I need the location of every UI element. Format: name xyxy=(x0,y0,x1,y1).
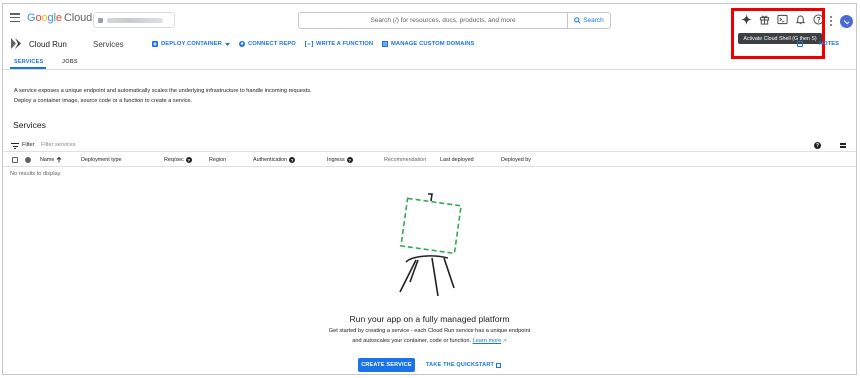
filter-label: Filter xyxy=(22,142,35,148)
service-description: A service exposes a unique endpoint and … xyxy=(14,88,312,104)
table-help-icon[interactable]: ? xyxy=(814,142,821,149)
service-toolbar: Cloud Run Services DEPLOY CONTAINER CONN… xyxy=(3,34,856,54)
arrow-up-icon xyxy=(57,157,62,163)
learn-more-link[interactable]: Learn more xyxy=(473,338,502,344)
project-name-redacted xyxy=(107,17,163,23)
help-icon[interactable]: ? xyxy=(346,157,353,163)
column-deployment-type[interactable]: Deployment type xyxy=(81,157,121,163)
project-icon xyxy=(98,17,103,23)
search-button[interactable]: Search xyxy=(567,13,610,28)
quickstart-link[interactable]: TAKE THE QUICKSTART xyxy=(426,362,502,368)
menu-icon[interactable] xyxy=(10,13,20,22)
services-heading: Services xyxy=(13,120,46,130)
chevron-down-icon xyxy=(224,42,230,46)
status-column-icon xyxy=(25,157,31,163)
empty-state-title: Run your app on a fully managed platform xyxy=(349,314,510,324)
column-display-icon[interactable] xyxy=(840,143,846,148)
column-ingress[interactable]: Ingress? xyxy=(327,157,353,163)
empty-table-message: No results to display xyxy=(10,171,61,177)
column-deployed-by[interactable]: Deployed by xyxy=(501,157,531,163)
release-notes-link[interactable]: NOTES xyxy=(819,41,839,47)
cloud-shell-icon[interactable] xyxy=(773,10,791,28)
tab-services[interactable]: SERVICES xyxy=(14,59,43,65)
search-icon xyxy=(574,17,581,24)
column-req-sec[interactable]: Req/sec? xyxy=(164,157,192,163)
page-title: Services xyxy=(93,40,124,49)
browser-frame: Google Cloud Search (/) for resources, do… xyxy=(2,3,857,375)
select-all-checkbox[interactable] xyxy=(12,157,18,163)
empty-state-description: Get started by creating a service - each… xyxy=(328,328,531,344)
active-tab-indicator xyxy=(10,67,46,69)
more-vert-icon[interactable] xyxy=(829,16,833,26)
help-icon[interactable]: ? xyxy=(289,157,296,163)
bell-icon[interactable] xyxy=(791,10,809,28)
notes-icon[interactable] xyxy=(797,41,803,47)
tab-jobs[interactable]: JOBS xyxy=(62,59,78,65)
project-picker[interactable] xyxy=(93,12,175,28)
search-bar[interactable]: Search (/) for resources, docs, products… xyxy=(298,12,611,29)
github-icon xyxy=(239,41,245,47)
external-link-icon: ↗ xyxy=(501,338,507,344)
domain-icon xyxy=(382,41,388,47)
deploy-container-button[interactable]: DEPLOY CONTAINER xyxy=(152,41,230,47)
avatar[interactable] xyxy=(840,15,853,28)
easel-illustration xyxy=(399,193,462,297)
add-box-icon xyxy=(152,41,158,47)
column-authentication[interactable]: Authentication? xyxy=(253,157,296,163)
connect-repo-button[interactable]: CONNECT REPO xyxy=(239,41,296,47)
top-bar: Google Cloud Search (/) for resources, do… xyxy=(3,4,856,34)
help-icon[interactable] xyxy=(809,10,827,28)
column-last-deployed[interactable]: Last deployed xyxy=(440,157,474,163)
help-icon[interactable]: ? xyxy=(185,157,192,163)
function-icon xyxy=(305,41,313,47)
tab-bar: SERVICES JOBS xyxy=(3,54,856,70)
google-cloud-logo[interactable]: Google Cloud xyxy=(27,12,92,24)
filter-bar: Filter Filter services ? xyxy=(3,138,856,152)
filter-input[interactable]: Filter services xyxy=(41,142,76,148)
manage-domains-button[interactable]: MANAGE CUSTOM DOMAINS xyxy=(382,41,474,47)
table-header: Name Deployment type Req/sec? Region Aut… xyxy=(3,153,856,167)
gemini-spark-icon[interactable] xyxy=(737,10,755,28)
product-title: Cloud Run xyxy=(29,40,67,49)
column-name[interactable]: Name xyxy=(40,157,62,163)
gift-icon[interactable] xyxy=(755,10,773,28)
cloud-run-icon xyxy=(11,38,21,49)
top-right-icons xyxy=(737,10,827,28)
create-service-button[interactable]: CREATE SERVICE xyxy=(358,358,415,372)
column-recommendation[interactable]: Recommendation xyxy=(384,157,426,163)
column-region[interactable]: Region xyxy=(209,157,226,163)
write-function-button[interactable]: WRITE A FUNCTION xyxy=(305,41,373,47)
filter-icon[interactable] xyxy=(11,143,19,149)
external-link-icon xyxy=(496,362,502,368)
search-input[interactable]: Search (/) for resources, docs, products… xyxy=(299,17,567,24)
